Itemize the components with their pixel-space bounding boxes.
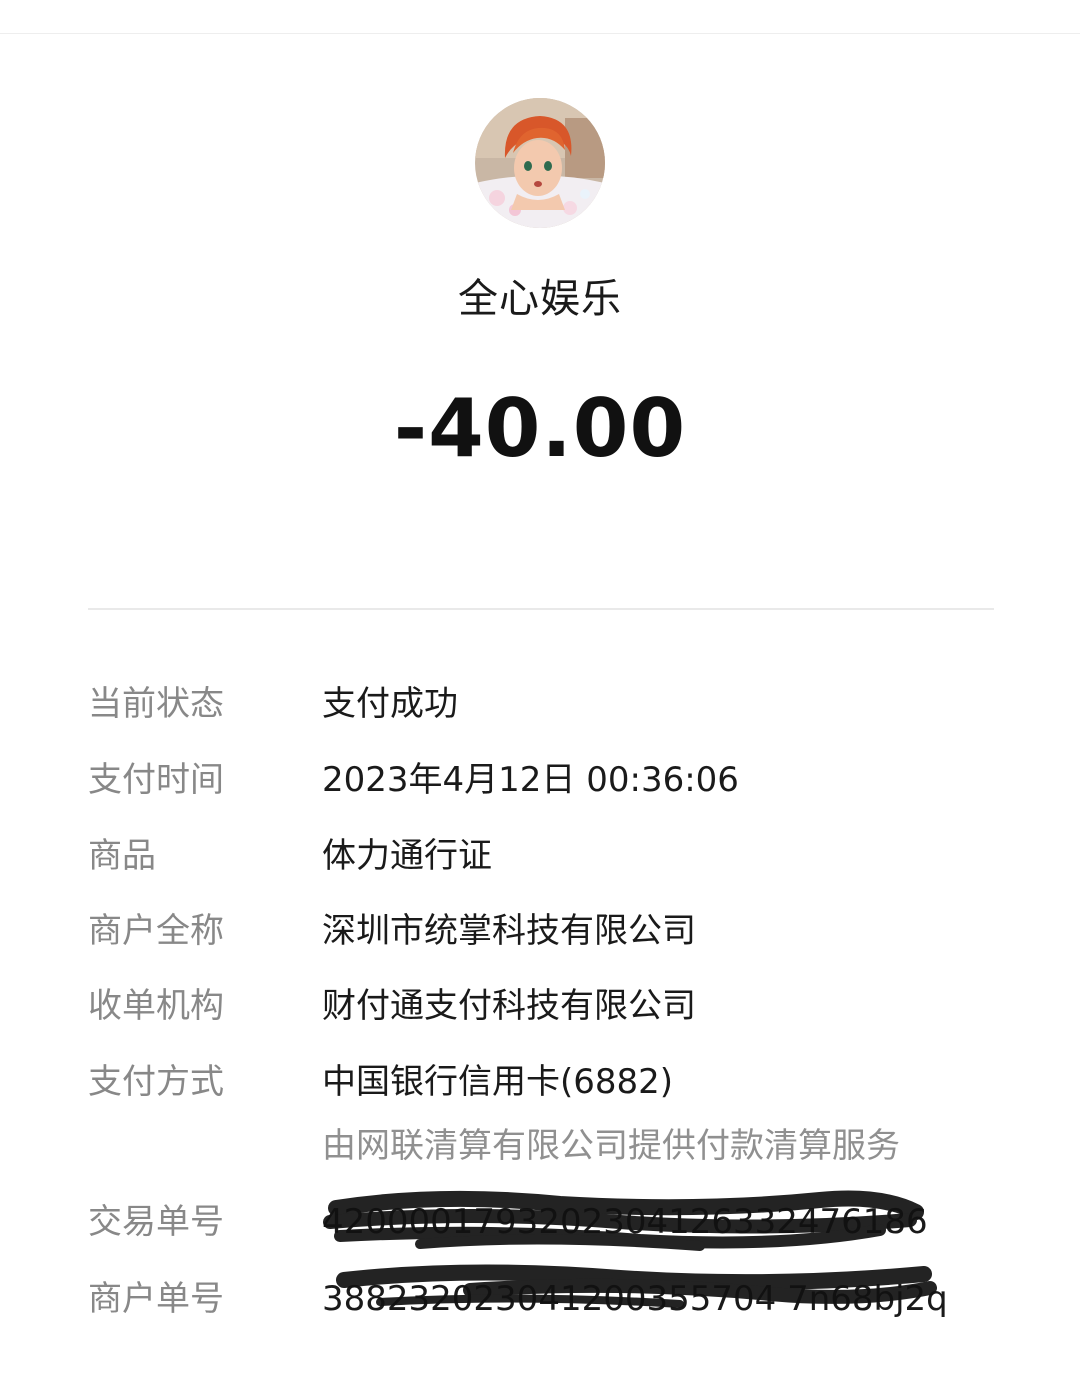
detail-value: 2023年4月12日 00:36:06 [322,760,739,800]
payment-amount: -40.00 [393,382,687,475]
detail-value[interactable]: 388232023041200355704 7n68bj2q [322,1274,948,1324]
top-divider [0,33,1080,34]
detail-value: 支付成功 [322,684,458,724]
detail-label: 商户全称 [88,911,224,951]
merchant-avatar [475,98,605,228]
detail-label: 收单机构 [88,986,224,1026]
detail-value[interactable]: 4200001793202304126332476186 [322,1197,928,1247]
detail-label: 支付方式 [88,1062,224,1102]
detail-label: 商户单号 [88,1279,224,1319]
section-divider [88,608,994,610]
detail-label: 商品 [88,836,156,876]
bill-detail-page: 全心娱乐 -40.00 当前状态 支付成功 支付时间 2023年4月12日 00… [0,0,1080,1385]
detail-value: 中国银行信用卡(6882) [322,1062,674,1102]
detail-value: 体力通行证 [322,836,492,876]
detail-label: 支付时间 [88,760,224,800]
merchant-name: 全心娱乐 [458,276,622,322]
detail-label: 当前状态 [88,684,224,724]
detail-value[interactable]: 深圳市统掌科技有限公司 [322,906,696,956]
clearing-note: 由网联清算有限公司提供付款清算服务 [322,1126,900,1166]
detail-label: 交易单号 [88,1202,224,1242]
detail-value: 财付通支付科技有限公司 [322,986,696,1026]
